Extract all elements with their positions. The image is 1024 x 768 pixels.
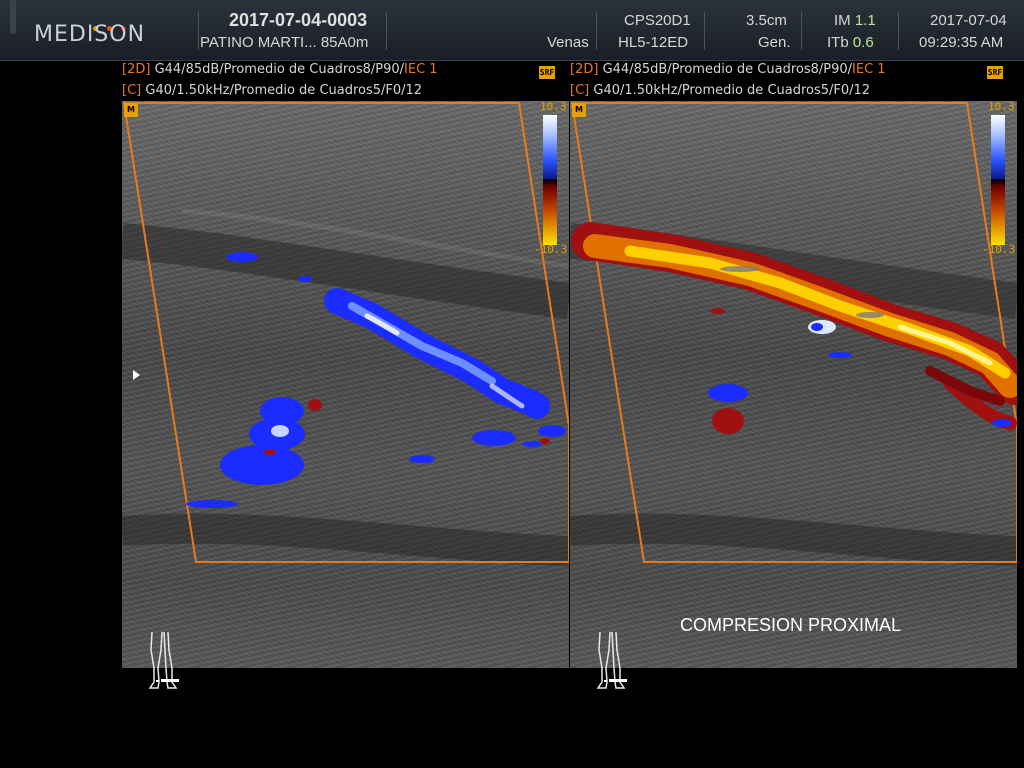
header-divider: [596, 12, 597, 50]
param-text: G40/1.50kHz/Promedio de Cuadros5/F0/12: [145, 83, 423, 98]
header-divider: [801, 12, 802, 50]
color-scale-bar: [543, 115, 557, 245]
m-badge: M: [572, 103, 586, 117]
depth-value: 3.5cm: [746, 12, 787, 29]
preset-label: Venas: [547, 34, 589, 51]
srf-badge: SRF: [987, 66, 1003, 79]
scale-bottom-label: -10.3: [982, 243, 1016, 256]
m-badge: M: [124, 103, 138, 117]
mode-tag-color: [C]: [570, 83, 590, 98]
mode-tag-color: [C]: [122, 83, 142, 98]
triangle-pointer-icon: [133, 370, 140, 380]
im-label: IM: [834, 12, 851, 29]
right-2d-params: [2D] G44/85dB/Promedio de Cuadros8/P90/I…: [570, 62, 886, 77]
right-ultrasound-image[interactable]: M 10.3 -10.3 COMPRESION PROXIMAL: [570, 101, 1017, 668]
scale-top-label: 10.3: [988, 101, 1015, 113]
probe-name: HL5-12ED: [618, 34, 689, 51]
probe-mode: CPS20D1: [624, 12, 691, 29]
header-divider: [704, 12, 705, 50]
mode-tag-2d: [2D]: [570, 62, 599, 77]
header-bar: MEDISON 2017-07-04-0003 PATINO MARTI... …: [0, 0, 1024, 61]
image-caption: COMPRESION PROXIMAL: [680, 615, 902, 635]
param-text: G44/85dB/Promedio de Cuadros8/P90/: [602, 62, 853, 77]
iec-label: IEC 1: [404, 62, 438, 77]
header-tab-handle: [10, 0, 16, 34]
exam-date: 2017-07-04: [930, 12, 1007, 29]
study-id: 2017-07-04-0003: [229, 10, 368, 30]
srf-badge: SRF: [539, 66, 555, 79]
mode-tag-2d: [2D]: [122, 62, 151, 77]
left-doppler-overlay: [122, 102, 569, 566]
itb-label: ITb: [827, 34, 849, 51]
iec-label: IEC 1: [852, 62, 886, 77]
right-color-params: [C] G40/1.50kHz/Promedio de Cuadros5/F0/…: [570, 83, 870, 98]
header-divider: [198, 12, 199, 50]
left-2d-params: [2D] G44/85dB/Promedio de Cuadros8/P90/I…: [122, 62, 438, 77]
legs-bodymark-icon: [596, 631, 627, 689]
brand-logo: MEDISON: [34, 22, 146, 47]
im-readout: IM 1.1: [834, 12, 876, 29]
itb-readout: ITb 0.6: [827, 34, 874, 51]
exam-time: 09:29:35 AM: [919, 34, 1004, 51]
scale-bottom-label: -10.3: [534, 243, 568, 256]
itb-value: 0.6: [852, 34, 874, 51]
scale-top-label: 10.3: [540, 101, 567, 113]
right-doppler-overlay: [570, 102, 1017, 566]
patient-name: PATINO MARTI... 85A0m: [200, 34, 369, 51]
legs-bodymark-icon: [148, 631, 179, 689]
header-divider: [898, 12, 899, 50]
gen-label: Gen.: [758, 34, 791, 51]
left-color-params: [C] G40/1.50kHz/Promedio de Cuadros5/F0/…: [122, 83, 422, 98]
color-scale-bar: [991, 115, 1005, 245]
im-value: 1.1: [854, 12, 876, 29]
param-text: G44/85dB/Promedio de Cuadros8/P90/: [154, 62, 405, 77]
param-text: G40/1.50kHz/Promedio de Cuadros5/F0/12: [593, 83, 871, 98]
header-divider: [386, 12, 387, 50]
left-ultrasound-image[interactable]: M 10.3 -10.3: [122, 101, 569, 668]
